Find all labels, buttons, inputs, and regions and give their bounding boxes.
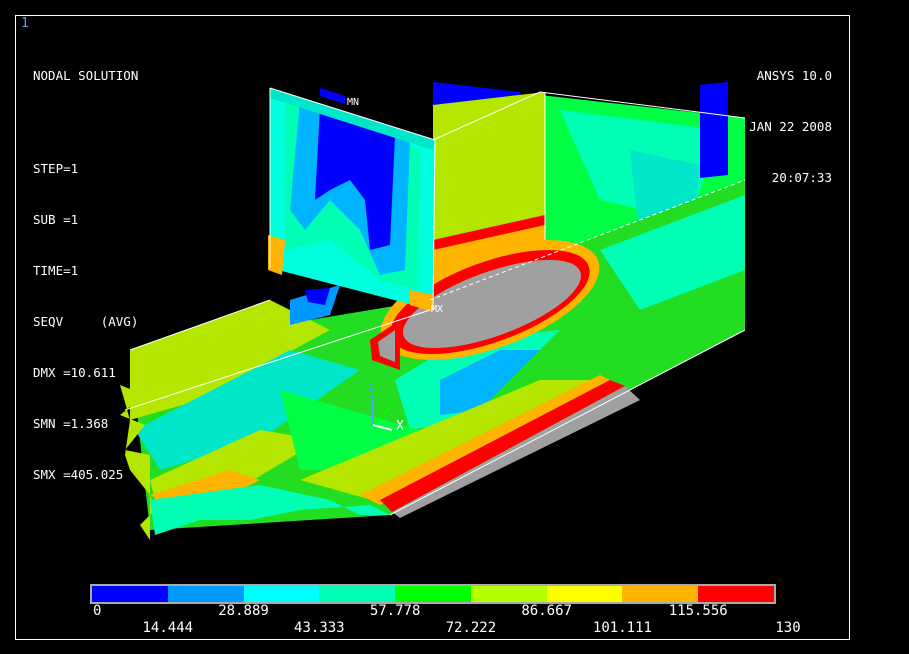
legend-label: 130 bbox=[775, 620, 801, 636]
triad-z-label: Z bbox=[368, 384, 374, 394]
legend-label: 101.111 bbox=[592, 620, 652, 636]
legend-label: 14.444 bbox=[142, 620, 194, 636]
max-marker: MX bbox=[431, 304, 444, 315]
triad-y-label: Y bbox=[390, 399, 396, 409]
legend-label: 72.222 bbox=[445, 620, 497, 636]
legend-label: 0 bbox=[93, 603, 102, 619]
legend-border bbox=[90, 584, 776, 604]
legend-label: 43.333 bbox=[294, 620, 345, 636]
contour-model bbox=[120, 82, 746, 540]
upright-plate bbox=[268, 88, 435, 312]
legend-label: 57.778 bbox=[369, 603, 421, 619]
min-marker: MN bbox=[347, 97, 360, 108]
legend-label: 28.889 bbox=[218, 603, 269, 619]
triad-x-label: X bbox=[396, 419, 404, 434]
legend-label: 115.556 bbox=[668, 603, 728, 619]
legend-label: 86.667 bbox=[521, 603, 572, 619]
